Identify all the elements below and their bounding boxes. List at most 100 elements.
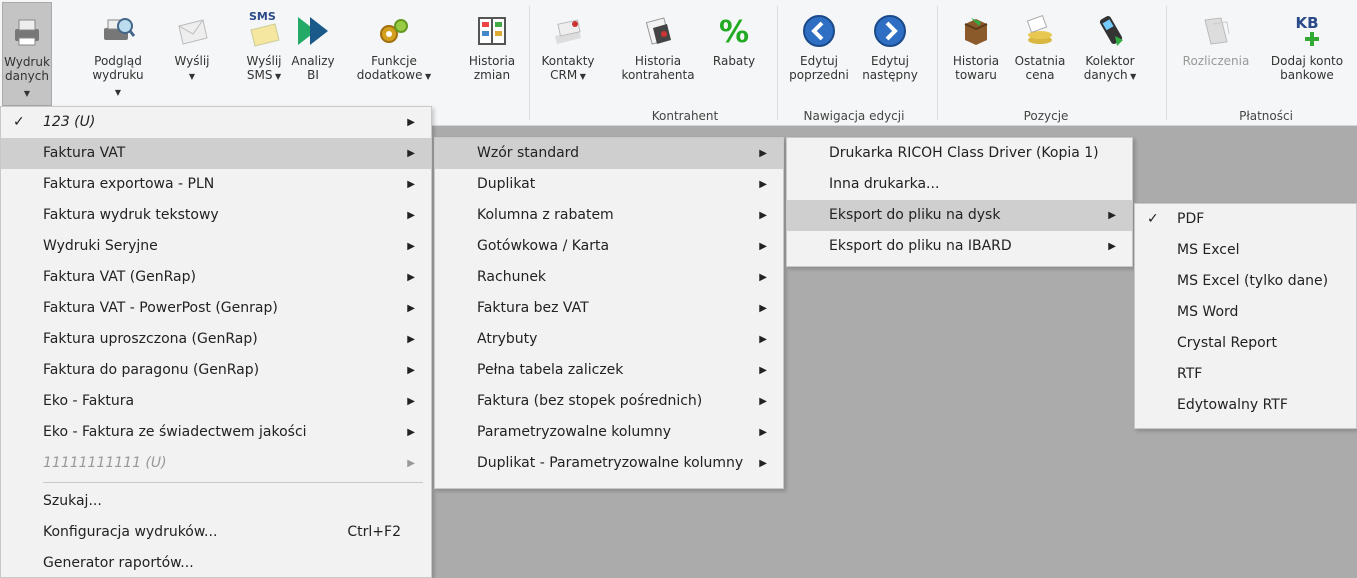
faktura-submenu-item[interactable]: Parametryzowalne kolumny ▶ [435,417,783,448]
ribbon-button-label: Historia [634,54,682,68]
menu-item-checked[interactable]: ✓ 123 (U) ▶ [1,107,431,138]
print-menu-item[interactable]: Eko - Faktura ze świadectwem jakości ▶ [1,417,431,448]
envelope-icon [175,14,209,48]
print-menu-item[interactable]: Faktura wydruk tekstowy ▶ [1,200,431,231]
printer-submenu-item[interactable]: Drukarka RICOH Class Driver (Kopia 1) [787,138,1132,169]
faktura-submenu-item[interactable]: Wzór standard ▶ [435,138,783,169]
export-format-item[interactable]: Edytowalny RTF [1135,390,1356,421]
faktura-submenu-item[interactable]: Duplikat - Parametryzowalne kolumny ▶ [435,448,783,479]
menu-item-report-generator[interactable]: Generator raportów... [1,548,431,578]
submenu-arrow-icon: ▶ [759,179,767,190]
ribbon-button-last-price[interactable]: Ostatnia cena [1010,2,1070,106]
printer-submenu-item[interactable]: Eksport do pliku na dysk ▶ [787,200,1132,231]
faktura-submenu-item[interactable]: Pełna tabela zaliczek ▶ [435,355,783,386]
ribbon-button-arrow-left-circle[interactable]: Edytuj poprzedni [784,2,854,106]
export-format-item[interactable]: MS Excel [1135,235,1356,266]
ribbon-button-arrow-right-circle[interactable]: Edytuj następny [856,2,924,106]
printer-submenu-item[interactable]: Inna drukarka... [787,169,1132,200]
submenu-arrow-icon: ▶ [759,427,767,438]
faktura-submenu-item[interactable]: Duplikat ▶ [435,169,783,200]
ribbon-button-product-history[interactable]: Historia towaru [946,2,1006,106]
ribbon-button-printer[interactable]: Wydruk danych ▼ [2,2,52,106]
print-menu-item[interactable]: Faktura VAT ▶ [1,138,431,169]
ribbon-button-settlements[interactable]: Rozliczenia [1176,2,1256,106]
faktura-submenu-item[interactable]: Gotówkowa / Karta ▶ [435,231,783,262]
export-format-item[interactable]: MS Word [1135,297,1356,328]
faktura-submenu-item[interactable]: Faktura bez VAT ▶ [435,293,783,324]
ribbon-button-label: Wydruk [4,55,50,69]
submenu-arrow-icon: ▶ [407,272,415,283]
dropdown-arrow-icon: ▼ [272,72,282,81]
menu-item-label: Faktura VAT (GenRap) [43,269,196,285]
export-format-item[interactable]: ✓ PDF [1135,204,1356,235]
ribbon-button-label: Analizy [291,54,335,68]
ribbon-button-envelope[interactable]: Wyślij ▼ [172,2,212,106]
print-menu-item[interactable]: Faktura exportowa - PLN ▶ [1,169,431,200]
bi-icon [296,14,330,48]
print-menu-item[interactable]: Eko - Faktura ▶ [1,386,431,417]
ribbon-button-history-book[interactable]: Historia zmian [462,2,522,106]
export-format-item[interactable]: MS Excel (tylko dane) [1135,266,1356,297]
menu-item-label: Faktura bez VAT [477,300,589,316]
submenu-arrow-icon: ▶ [407,148,415,159]
ribbon-button-gears[interactable]: Funkcje dodatkowe ▼ [352,2,436,106]
submenu-arrow-icon: ▶ [759,458,767,469]
ribbon-button-sms[interactable]: SMS Wyślij SMS ▼ [244,2,284,106]
faktura-submenu-item[interactable]: Atrybuty ▶ [435,324,783,355]
export-format-submenu: ✓ PDF MS Excel MS Excel (tylko dane) MS Word… [1134,203,1357,429]
dropdown-arrow-icon: ▼ [577,72,586,81]
ribbon-separator [777,6,778,120]
faktura-submenu-item[interactable]: Faktura (bez stopek pośrednich) ▶ [435,386,783,417]
print-preview-icon [101,14,136,48]
faktura-submenu-item[interactable]: Kolumna z rabatem ▶ [435,200,783,231]
menu-item-print-config[interactable]: Konfiguracja wydruków... Ctrl+F2 [1,517,431,548]
menu-item-label: PDF [1177,211,1205,227]
print-menu-item[interactable]: Wydruki Seryjne ▶ [1,231,431,262]
menu-item-label: Duplikat [477,176,536,192]
print-menu-item[interactable]: Faktura VAT - PowerPost (Genrap) ▶ [1,293,431,324]
ribbon-button-bi[interactable]: Analizy BI [288,2,338,106]
printer-submenu-item[interactable]: Eksport do pliku na IBARD ▶ [787,231,1132,262]
ribbon-button-label: Edytuj [871,54,909,68]
menu-item-label: Inna drukarka... [829,176,940,192]
ribbon-button-add-bank-account[interactable]: KB Dodaj konto bankowe [1260,2,1354,106]
ribbon-separator [937,6,938,120]
menu-item-label: Eksport do pliku na dysk [829,207,1001,223]
submenu-arrow-icon: ▶ [407,241,415,252]
menu-item-label: Faktura VAT [43,145,126,161]
ribbon-button-sublabel: danych ▼ [1083,68,1137,82]
ribbon-button-data-collector[interactable]: Kolektor danych ▼ [1080,2,1140,106]
ribbon-button-label: Funkcje [371,54,417,68]
ribbon-button-crm-contacts[interactable]: Kontakty CRM ▼ [540,2,596,106]
menu-item-label: Drukarka RICOH Class Driver (Kopia 1) [829,145,1099,161]
export-format-item[interactable]: Crystal Report [1135,328,1356,359]
faktura-vat-submenu: Wzór standard ▶ Duplikat ▶ Kolumna z rabatem… [434,137,784,489]
arrow-right-circle-icon [873,14,907,48]
group-label-platnosci: Płatności [1239,109,1293,123]
last-price-icon [1023,14,1057,48]
contractor-history-icon [641,14,675,48]
ribbon-button-percent[interactable]: % Rabaty [706,2,762,106]
history-book-icon [475,14,509,48]
menu-item-label: Parametryzowalne kolumny [477,424,672,440]
ribbon-button-label: Wyślij [174,54,210,68]
menu-item-label: MS Excel (tylko dane) [1177,273,1329,289]
group-label-kontrahent: Kontrahent [651,109,719,123]
menu-item-label: Szukaj... [43,493,102,509]
ribbon-button-contractor-history[interactable]: Historia kontrahenta [620,2,696,106]
menu-item-label: Faktura VAT - PowerPost (Genrap) [43,300,278,316]
print-menu-item[interactable]: Faktura uproszczona (GenRap) ▶ [1,324,431,355]
menu-item-label: RTF [1177,366,1203,382]
menu-item-search[interactable]: Szukaj... [1,486,431,517]
submenu-arrow-icon: ▶ [407,117,415,128]
ribbon-button-label: Podgląd [94,54,142,68]
ribbon-button-print-preview[interactable]: Podgląd wydruku ▼ [90,2,146,106]
printer-icon [10,15,44,49]
faktura-submenu-item[interactable]: Rachunek ▶ [435,262,783,293]
menu-item-label: 123 (U) [43,114,96,130]
print-menu-item[interactable]: Faktura VAT (GenRap) ▶ [1,262,431,293]
menu-item-label: Faktura (bez stopek pośrednich) [477,393,703,409]
export-format-item[interactable]: RTF [1135,359,1356,390]
ribbon-button-sublabel: towaru [955,68,997,82]
print-menu-item[interactable]: Faktura do paragonu (GenRap) ▶ [1,355,431,386]
